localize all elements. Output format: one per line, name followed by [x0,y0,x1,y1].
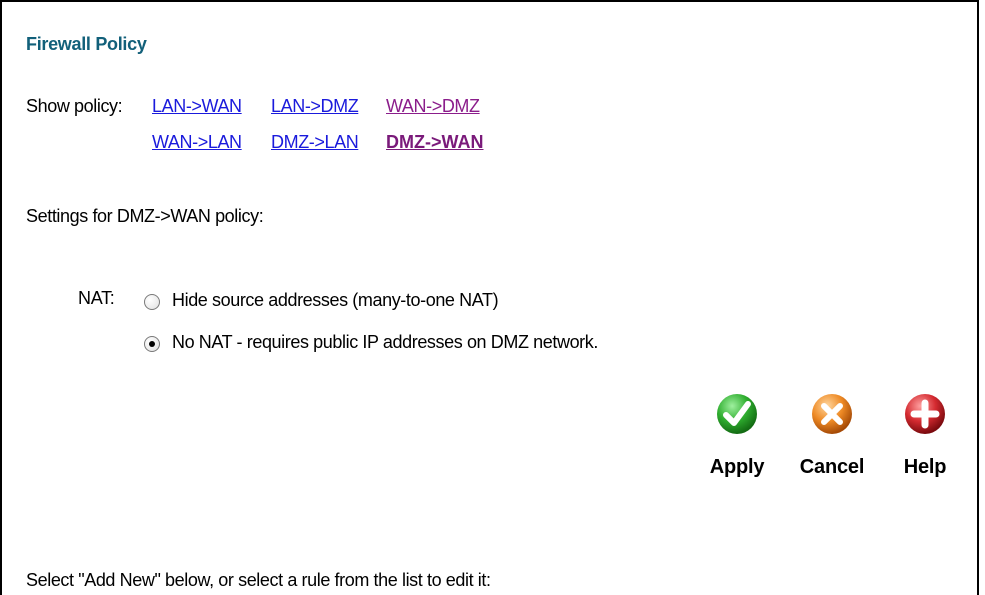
settings-heading: Settings for DMZ->WAN policy: [26,206,264,226]
page-title: Firewall Policy [26,34,147,54]
nat-label: NAT: [78,288,115,308]
link-wan-lan[interactable]: WAN->LAN [152,132,242,153]
nat-hide-radio[interactable] [144,294,160,310]
plus-icon [905,394,945,434]
x-icon [812,394,852,434]
link-dmz-lan[interactable]: DMZ->LAN [271,132,359,153]
show-policy-label: Show policy: [26,96,123,116]
nat-none-label[interactable]: No NAT - requires public IP addresses on… [172,332,598,353]
help-label: Help [903,456,947,478]
check-icon [717,394,757,434]
help-button[interactable]: Help [885,392,965,482]
footer-instructions: Select "Add New" below, or select a rule… [26,570,491,590]
link-dmz-wan[interactable]: DMZ->WAN [386,132,484,153]
link-wan-dmz[interactable]: WAN->DMZ [386,96,480,117]
cancel-button[interactable]: Cancel [792,392,872,482]
link-lan-dmz[interactable]: LAN->DMZ [271,96,359,117]
apply-button[interactable]: Apply [697,392,777,482]
nat-hide-label[interactable]: Hide source addresses (many-to-one NAT) [172,290,499,311]
cancel-label: Cancel [799,456,865,478]
nat-none-radio[interactable] [144,336,160,352]
apply-label: Apply [709,456,765,478]
link-lan-wan[interactable]: LAN->WAN [152,96,242,117]
